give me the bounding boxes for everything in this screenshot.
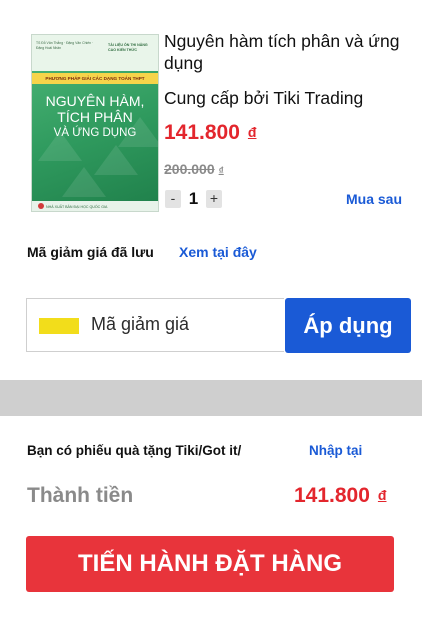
product-price-currency: đ [247, 124, 257, 140]
cart-item: TS Đỗ Văn Thắng · Đặng Văn Chiến · Đặng … [0, 0, 422, 225]
section-divider [0, 380, 422, 416]
cover-authors: TS Đỗ Văn Thắng · Đặng Văn Chiến · Đặng … [36, 41, 94, 50]
book-cover-image[interactable]: TS Đỗ Văn Thắng · Đặng Văn Chiến · Đặng … [32, 35, 158, 211]
saved-coupons-label: Mã giảm giá đã lưu [27, 244, 154, 260]
gift-voucher-label: Bạn có phiếu quà tặng Tiki/Got it/ [27, 443, 242, 458]
total-amount-currency: đ [377, 487, 387, 503]
product-price-value: 141.800 [164, 121, 240, 144]
cover-top-band: TS Đỗ Văn Thắng · Đặng Văn Chiến · Đặng … [32, 35, 158, 71]
total-amount-value: 141.800 [294, 484, 370, 507]
product-seller: Cung cấp bởi Tiki Trading [164, 88, 364, 108]
product-title[interactable]: Nguyên hàm tích phân và ứng dụng [164, 30, 409, 74]
enter-gift-voucher-link[interactable]: Nhập tại [309, 443, 362, 458]
total-amount: 141.800 đ [294, 484, 386, 508]
cover-title-line: NGUYÊN HÀM, [45, 93, 145, 109]
checkout-button[interactable]: TIẾN HÀNH ĐẶT HÀNG [26, 536, 394, 592]
cover-title-line: VÀ ỨNG DỤNG [53, 127, 137, 139]
coupon-ticket-icon [39, 318, 79, 334]
cover-title: NGUYÊN HÀM, TÍCH PHÂN VÀ ỨNG DỤNG [32, 93, 158, 141]
product-price: 141.800 đ [164, 121, 256, 145]
cover-ribbon: PHƯƠNG PHÁP GIẢI CÁC DẠNG TOÁN THPT [32, 73, 158, 84]
product-old-price: 200.000 ₫ [164, 161, 224, 177]
buy-later-link[interactable]: Mua sau [346, 191, 402, 207]
view-saved-coupons-link[interactable]: Xem tại đây [179, 244, 257, 260]
cover-publisher: NHÀ XUẤT BẢN ĐẠI HỌC QUỐC GIA [46, 205, 108, 209]
coupon-placeholder: Mã giảm giá [91, 314, 190, 334]
coupon-input[interactable]: Mã giảm giá [26, 298, 284, 352]
cover-bottom-bar: NHÀ XUẤT BẢN ĐẠI HỌC QUỐC GIA [32, 201, 158, 211]
product-old-price-currency: ₫ [218, 166, 224, 177]
cover-title-line: TÍCH PHÂN [57, 109, 133, 125]
product-old-price-value: 200.000 [164, 161, 215, 177]
total-label: Thành tiền [27, 484, 134, 507]
quantity-increase-button[interactable]: + [206, 190, 222, 208]
apply-coupon-button[interactable]: Áp dụng [285, 298, 411, 353]
quantity-value[interactable]: 1 [183, 189, 204, 209]
cover-series: TÀI LIỆU ÔN THI NÂNG CAO KIẾN THỨC [108, 43, 148, 52]
publisher-logo-icon [38, 203, 44, 209]
quantity-decrease-button[interactable]: - [165, 190, 181, 208]
